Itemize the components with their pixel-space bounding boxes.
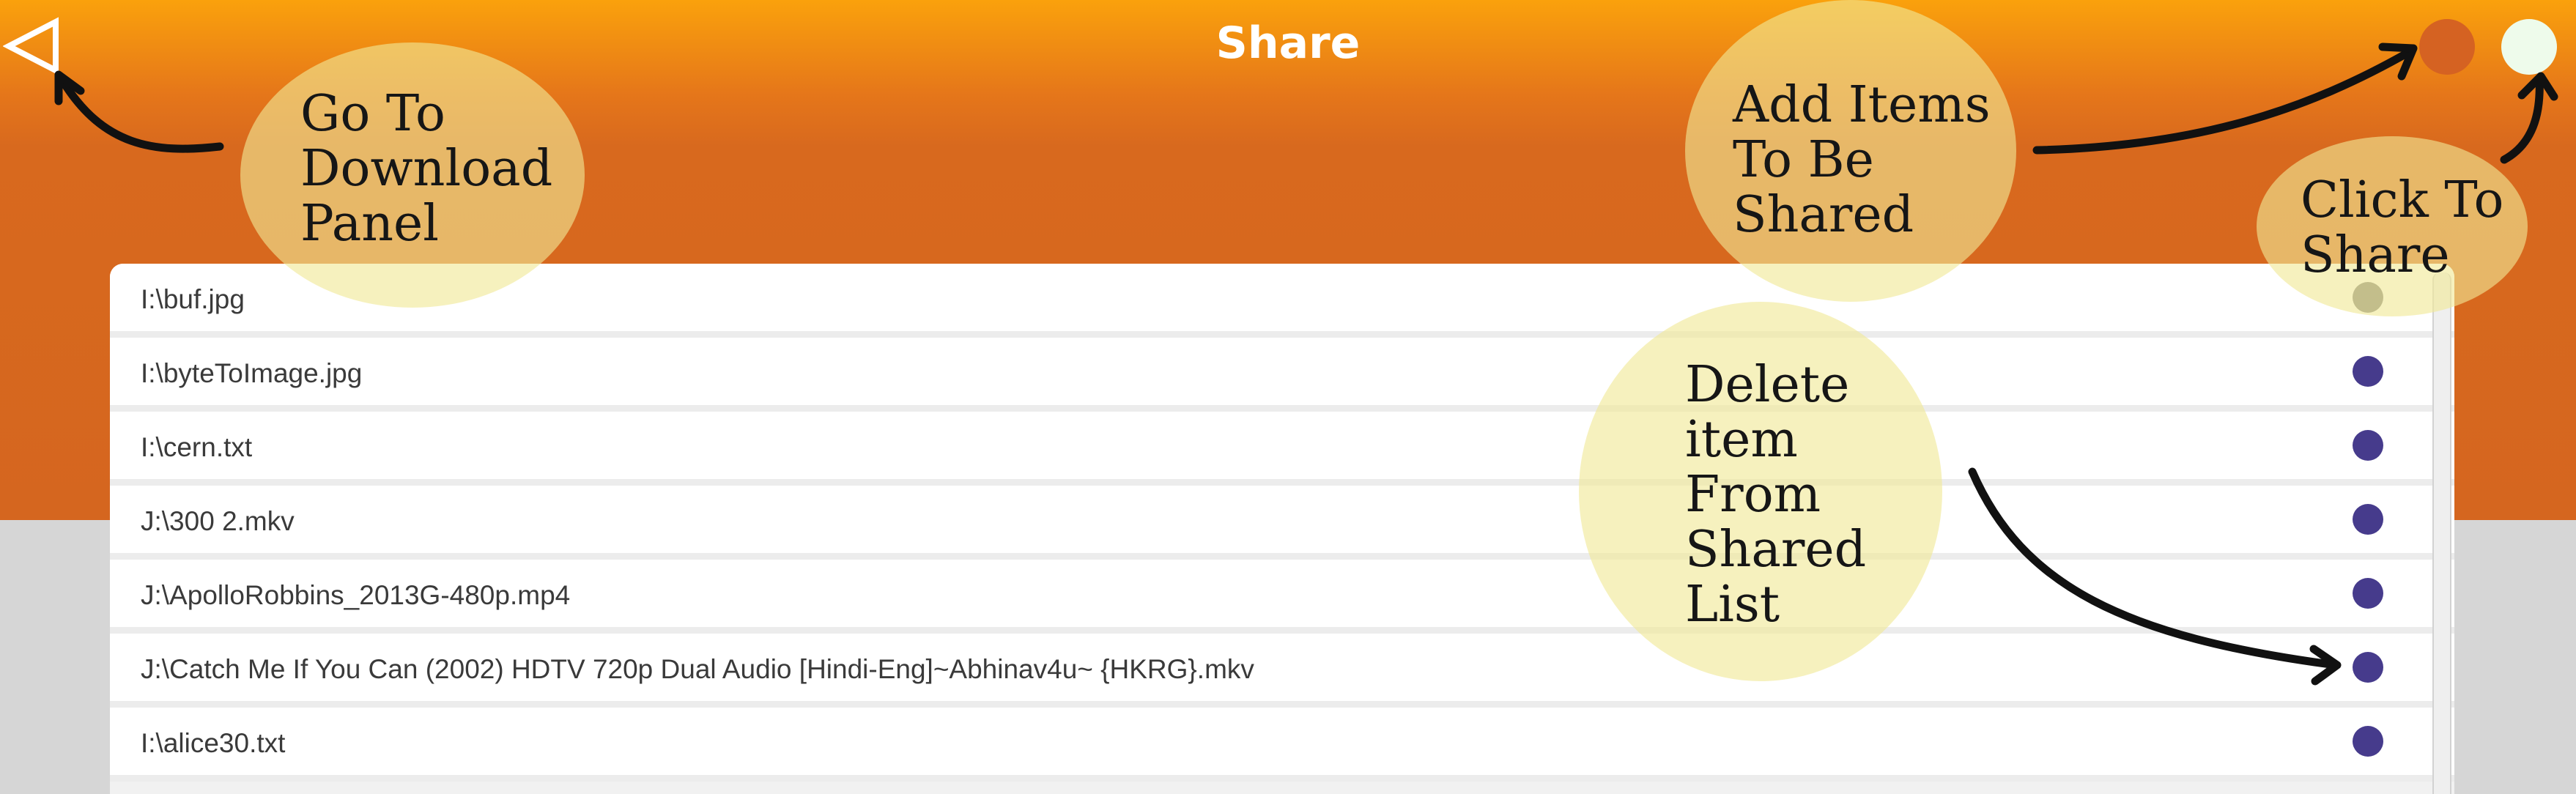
- page-title: Share: [1215, 18, 1361, 69]
- back-triangle-icon: [2, 17, 59, 75]
- file-path: I:\buf.jpg: [141, 284, 245, 314]
- delete-item-button[interactable]: [2353, 726, 2383, 757]
- file-path: J:\300 2.mkv: [141, 506, 295, 536]
- list-item[interactable]: I:\alice30.txt: [110, 708, 2454, 782]
- list-item[interactable]: I:\byteToImage.jpg: [110, 338, 2454, 412]
- annotation-download-panel: Go To Download Panel: [300, 85, 553, 253]
- delete-item-button[interactable]: [2353, 504, 2383, 535]
- list-bottom-strip: [110, 782, 2454, 794]
- file-path: I:\cern.txt: [141, 432, 253, 462]
- annotation-click-share: Click To Share: [2301, 171, 2504, 284]
- delete-item-button[interactable]: [2353, 578, 2383, 609]
- file-path: J:\ApolloRobbins_2013G-480p.mp4: [141, 580, 571, 610]
- annotation-delete-item: Delete item From Shared List: [1685, 356, 1867, 634]
- list-scrollbar[interactable]: [2432, 272, 2451, 794]
- list-item[interactable]: J:\300 2.mkv: [110, 486, 2454, 560]
- share-button[interactable]: [2501, 19, 2557, 75]
- list-item[interactable]: I:\cern.txt: [110, 412, 2454, 486]
- delete-item-button[interactable]: [2353, 430, 2383, 461]
- delete-item-button[interactable]: [2353, 356, 2383, 387]
- list-item[interactable]: J:\Catch Me If You Can (2002) HDTV 720p …: [110, 634, 2454, 708]
- delete-item-button[interactable]: [2353, 652, 2383, 683]
- annotation-add-items: Add Items To Be Shared: [1733, 76, 1991, 244]
- file-path: I:\byteToImage.jpg: [141, 358, 363, 388]
- file-path: J:\Catch Me If You Can (2002) HDTV 720p …: [141, 654, 1254, 684]
- back-button[interactable]: [2, 16, 62, 76]
- shared-file-list: I:\buf.jpg I:\byteToImage.jpg I:\cern.tx…: [110, 264, 2454, 794]
- file-path: I:\alice30.txt: [141, 728, 286, 758]
- list-item[interactable]: J:\ApolloRobbins_2013G-480p.mp4: [110, 560, 2454, 634]
- add-items-button[interactable]: [2419, 19, 2475, 75]
